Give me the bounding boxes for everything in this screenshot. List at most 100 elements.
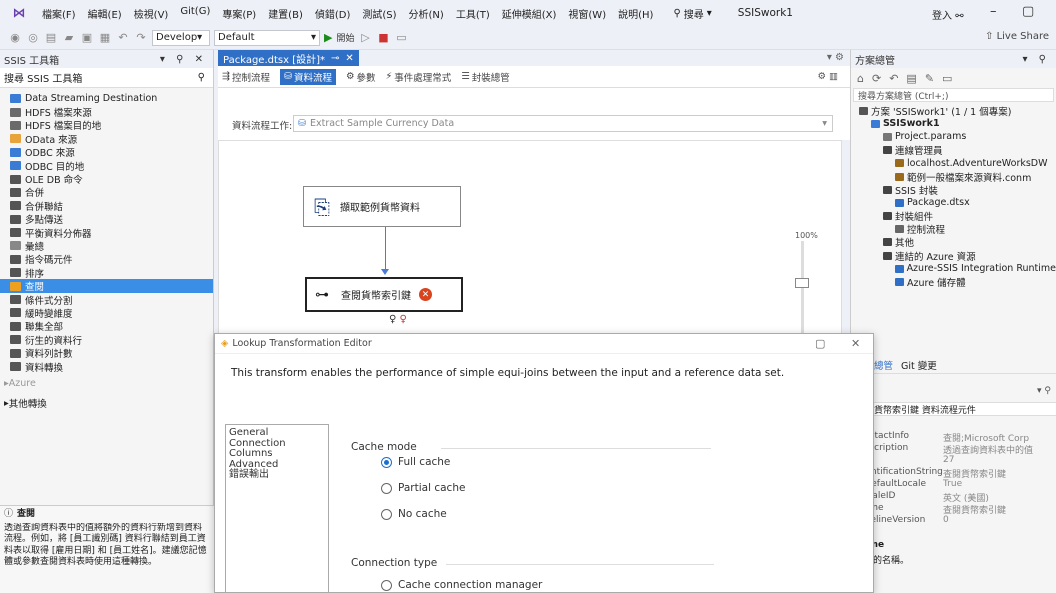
property-row[interactable]: Description 透過查詢資料表中的值 [851,443,1056,455]
toolbox-item[interactable]: 平衡資料分佈器 [0,226,213,240]
solution-tree-item[interactable]: 封裝組件 [859,210,1056,223]
back-icon[interactable]: ◉ [8,31,22,44]
menu-item[interactable]: 分析(N) [403,6,450,21]
stop-icon[interactable]: ■ [376,31,390,44]
solution-tree-item[interactable]: Project.params [859,130,1056,143]
toolbox-item[interactable]: OLE DB 命令 [0,172,213,186]
toolbox-item[interactable]: ODBC 來源 [0,146,213,159]
toolbox-item[interactable]: 合併 [0,186,213,199]
preview-icon[interactable]: ▭ [942,72,952,85]
open-icon[interactable]: ▰ [62,31,76,44]
solution-tree-item[interactable]: 其他 [859,236,1056,249]
forward-icon[interactable]: ◎ [26,31,40,44]
live-share-button[interactable]: ⇧ Live Share [985,31,1049,42]
radio-option[interactable]: No cache [381,508,447,520]
property-row[interactable]: IdentificationString 查閱貨幣索引鍵 [851,467,1056,479]
minimize-button[interactable]: – [990,4,997,19]
menu-item[interactable]: 視窗(W) [562,6,612,21]
toolbox-item[interactable]: HDFS 檔案來源 [0,105,213,119]
start-icon[interactable]: ▶ [324,31,332,44]
property-row[interactable]: PipelineVersion 0 [851,515,1056,527]
redo-icon[interactable]: ↷ [134,31,148,44]
solution-tree-item[interactable]: SSIS 封裝 [859,183,1056,197]
solution-tree-item[interactable]: Azure 儲存體 [859,275,1056,289]
designer-tab[interactable]: ⚡ 事件處理常式 [386,70,452,84]
menu-item[interactable]: 偵錯(D) [309,6,357,21]
toolbox-item[interactable]: 指令碼元件 [0,253,213,266]
lookup-node[interactable]: ⊶ 查閱貨幣索引鍵 ✕ [305,277,463,312]
menu-item[interactable]: 說明(H) [612,6,659,21]
property-row[interactable]: ContactInfo 查閱;Microsoft Corp [851,431,1056,443]
close-button[interactable]: ✕ [851,337,860,350]
zoom-slider[interactable] [801,241,804,336]
config-select[interactable]: Develop ▾ [152,29,210,46]
toolbox-item[interactable]: HDFS 檔案目的地 [0,119,213,132]
tab-overflow-icon[interactable]: ▾ ⚙ [827,52,844,63]
toolbox-item[interactable]: 資料轉換 [0,360,213,374]
run-without-debug-icon[interactable]: ▷ [358,31,372,44]
property-row[interactable]: IsDefaultLocale True [851,479,1056,491]
nav-item[interactable]: General [229,427,325,439]
toolbox-item[interactable]: 衍生的資料行 [0,333,213,347]
toolbox-item[interactable]: 條件式分割 [0,293,213,307]
solution-tree-item[interactable]: SSISwork1 [859,117,1056,130]
package-tab[interactable]: Package.dtsx [設計]* ⊸ ✕ [218,50,359,66]
toolbox-item[interactable]: 多點傳送 [0,213,213,226]
radio-option[interactable]: Cache connection manager [381,579,542,591]
nav-item[interactable]: 錯誤輸出 [229,469,325,481]
designer-tab[interactable]: ⛁ 資料流程 [279,68,336,85]
save-icon[interactable]: ▣ [80,31,94,44]
login-link[interactable]: 登入 ⚯ [932,7,964,22]
solution-search-input[interactable]: 搜尋方案總管 (Ctrl+;) [853,88,1054,102]
solution-tree-item[interactable]: Azure-SSIS Integration Runtime [859,262,1056,275]
menu-item[interactable]: 檢視(V) [128,6,175,21]
property-row[interactable]: 27 [851,455,1056,467]
home-icon[interactable]: ⌂ [857,72,864,85]
menu-item[interactable]: 檔案(F) [36,6,82,21]
layout-icon[interactable]: ▭ [394,31,408,44]
solution-tree-item[interactable]: 控制流程 [859,223,1056,236]
solution-tree-item[interactable]: 方案 'SSISwork1' (1 / 1 個專案) [859,104,1056,118]
pin-icon[interactable]: ▾ ⚲ [1022,54,1050,65]
radio-option[interactable]: Full cache [381,456,450,468]
property-row[interactable]: Name查閱貨幣索引鍵 [851,503,1056,515]
solution-tree-item[interactable]: Package.dtsx [859,196,1056,209]
designer-tab[interactable]: ⚙ 參數 [346,70,376,84]
source-node[interactable]: ⎘ 擷取範例貨幣資料 [303,186,461,227]
pin-icon[interactable]: ⊸ [331,53,339,64]
maximize-button[interactable]: ▢ [815,337,825,350]
toolbox-search-input[interactable]: 搜尋 SSIS 工具箱 ⚲ [0,68,213,88]
show-all-icon[interactable]: ▤ [906,72,916,85]
nav-item[interactable]: Columns [229,448,325,460]
new-project-icon[interactable]: ▤ [44,31,58,44]
solution-tree-item[interactable]: 範例一般檔案來源資料.conm [859,170,1056,184]
toolbox-item[interactable]: 緩時變維度 [0,306,213,320]
solution-tree-item[interactable]: 連結的 Azure 資源 [859,249,1056,263]
platform-select[interactable]: Default ▾ [214,29,320,46]
maximize-button[interactable]: ▢ [1022,4,1034,19]
solution-tree-item[interactable]: 連線管理員 [859,144,1056,157]
zoom-slider-thumb[interactable] [795,278,809,288]
toolbox-item[interactable]: 資料列計數 [0,346,213,360]
toolbox-item[interactable]: 查閱 [0,279,213,293]
menu-item[interactable]: 專案(P) [216,6,262,21]
toolbox-group[interactable]: ▸ 其他轉換 [0,393,213,413]
property-row[interactable]: LocaleID 英文 (美國) [851,491,1056,503]
menu-item[interactable]: 建置(B) [262,6,309,21]
sync-icon[interactable]: ⟳ [872,72,881,85]
back-icon[interactable]: ↶ [889,72,898,85]
properties-object-select[interactable]: 查閱貨幣索引鍵 資料流程元件 [851,402,1056,416]
toolbox-item[interactable]: Data Streaming Destination [0,92,213,105]
menu-item[interactable]: Git(G) [174,6,216,21]
close-icon[interactable]: ✕ [345,53,353,64]
properties-icon[interactable]: ✎ [925,72,934,85]
designer-tab[interactable]: ☰ 封裝總管 [461,70,510,84]
toolbox-item[interactable]: 彙總 [0,239,213,253]
toolbox-item[interactable]: ODBC 目的地 [0,159,213,173]
toolbox-item[interactable]: 合併聯結 [0,199,213,213]
menu-item[interactable]: 編輯(E) [82,6,128,21]
menu-item[interactable]: 延伸模組(X) [496,6,563,21]
solution-tree-item[interactable]: localhost.AdventureWorksDW [859,157,1056,170]
save-all-icon[interactable]: ▦ [98,31,112,44]
designer-options-icon[interactable]: ⚙ ▥ [817,71,838,82]
